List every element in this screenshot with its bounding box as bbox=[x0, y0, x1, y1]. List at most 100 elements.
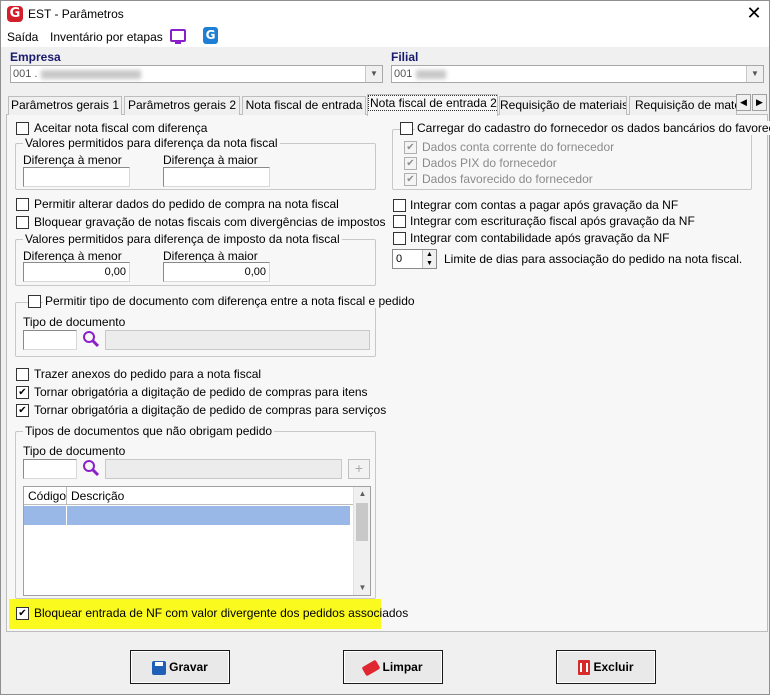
block-divergent-checkbox[interactable] bbox=[16, 607, 29, 620]
allow-change-order-label: Permitir alterar dados do pedido de comp… bbox=[34, 197, 339, 211]
days-limit-label: Limite de dias para associação do pedido… bbox=[444, 252, 743, 266]
redacted-text bbox=[416, 69, 447, 79]
require-services-checkbox[interactable] bbox=[16, 404, 29, 417]
no-order-doc-type-description bbox=[105, 459, 342, 479]
trash-icon bbox=[578, 660, 591, 676]
no-order-doc-type-label: Tipo de documento bbox=[23, 444, 126, 458]
save-button[interactable]: Gravar bbox=[130, 650, 230, 684]
menu-item-saida[interactable]: Saída bbox=[7, 30, 38, 44]
doc-type-diff-checkbox[interactable] bbox=[28, 295, 41, 308]
bank-data-checkbox[interactable] bbox=[400, 122, 413, 135]
close-icon[interactable]: ✕ bbox=[739, 2, 769, 26]
tab-scroll-right-icon[interactable]: ▶ bbox=[752, 94, 767, 111]
no-order-group-title: Tipos de documentos que não obrigam pedi… bbox=[23, 424, 275, 438]
bank-account-label: Dados conta corrente do fornecedor bbox=[422, 140, 615, 154]
bring-attachments-label: Trazer anexos do pedido para a nota fisc… bbox=[34, 367, 262, 381]
nf-lower-input[interactable] bbox=[23, 167, 130, 187]
tax-lower-input[interactable]: 0,00 bbox=[23, 262, 130, 282]
pix-checkbox[interactable] bbox=[404, 157, 417, 170]
grid-col-descricao: Descrição bbox=[71, 489, 125, 503]
table-row[interactable] bbox=[24, 506, 350, 525]
favored-label: Dados favorecido do fornecedor bbox=[422, 172, 593, 186]
accept-diff-checkbox[interactable] bbox=[16, 122, 29, 135]
scroll-up-icon[interactable]: ▲ bbox=[354, 487, 371, 501]
add-doc-type-button[interactable]: + bbox=[348, 459, 370, 479]
nf-higher-input[interactable] bbox=[163, 167, 270, 187]
scroll-thumb[interactable] bbox=[356, 503, 368, 541]
tab-nota-fiscal-entrada-2[interactable]: Nota fiscal de entrada 2 bbox=[367, 94, 498, 116]
redacted-text bbox=[41, 69, 142, 79]
branch-select[interactable]: 001 ▼ bbox=[391, 65, 764, 83]
eraser-icon bbox=[362, 659, 381, 677]
tab-strip: Parâmetros gerais 1 Parâmetros gerais 2 … bbox=[6, 94, 768, 116]
grid-col-codigo: Código bbox=[28, 489, 67, 503]
integrate-tax-label: Integrar com escrituração fiscal após gr… bbox=[410, 214, 695, 228]
menu-item-inventario[interactable]: Inventário por etapas bbox=[50, 30, 163, 44]
tab-requisicao-materi[interactable]: Requisição de materi bbox=[629, 96, 737, 115]
tax-higher-input[interactable]: 0,00 bbox=[163, 262, 270, 282]
branch-value: 001 bbox=[394, 68, 413, 80]
doc-type-input[interactable] bbox=[23, 330, 77, 350]
search-icon[interactable] bbox=[82, 459, 100, 477]
tax-higher-label: Diferença à maior bbox=[163, 249, 258, 263]
require-services-label: Tornar obrigatória a digitação de pedido… bbox=[34, 403, 387, 417]
doc-type-description bbox=[105, 330, 370, 350]
parameters-window: G EST - Parâmetros ✕ Saída Inventário po… bbox=[0, 0, 770, 695]
tab-parametros-gerais-1[interactable]: Parâmetros gerais 1 bbox=[8, 96, 122, 115]
accept-diff-label: Aceitar nota fiscal com diferença bbox=[34, 121, 208, 135]
integrate-accounting-checkbox[interactable] bbox=[393, 232, 406, 245]
grid-scrollbar[interactable]: ▲ ▼ bbox=[353, 487, 370, 595]
company-label: Empresa bbox=[10, 50, 61, 64]
bank-account-checkbox[interactable] bbox=[404, 141, 417, 154]
search-icon[interactable] bbox=[82, 330, 100, 348]
grid-col-divider bbox=[66, 487, 67, 505]
delete-button[interactable]: Excluir bbox=[556, 650, 656, 684]
tab-scroll-left-icon[interactable]: ◀ bbox=[736, 94, 751, 111]
block-tax-diff-label: Bloquear gravação de notas fiscais com d… bbox=[34, 215, 386, 229]
integrate-accounting-label: Integrar com contabilidade após gravação… bbox=[410, 231, 670, 245]
doc-type-label: Tipo de documento bbox=[23, 315, 126, 329]
tax-diff-group-title: Valores permitidos para diferença de imp… bbox=[23, 232, 342, 246]
tab-parametros-gerais-2[interactable]: Parâmetros gerais 2 bbox=[124, 96, 240, 115]
company-value: 001 . bbox=[13, 68, 38, 80]
stepper-arrows-icon[interactable]: ▲ ▼ bbox=[422, 250, 436, 268]
nf-diff-group-title: Valores permitidos para diferença da not… bbox=[23, 136, 280, 150]
grid-cell-divider bbox=[66, 506, 67, 525]
integrate-tax-checkbox[interactable] bbox=[393, 215, 406, 228]
days-limit-value: 0 bbox=[396, 253, 403, 265]
company-select[interactable]: 001 . ▼ bbox=[10, 65, 383, 83]
window-title: EST - Parâmetros bbox=[28, 7, 124, 21]
days-limit-stepper[interactable]: 0 ▲ ▼ bbox=[392, 249, 437, 269]
block-tax-diff-checkbox[interactable] bbox=[16, 216, 29, 229]
tab-nota-fiscal-entrada[interactable]: Nota fiscal de entrada bbox=[242, 96, 366, 115]
chevron-down-icon[interactable]: ▼ bbox=[365, 66, 382, 82]
doc-type-group-title: Permitir tipo de documento com diferença… bbox=[43, 294, 417, 308]
tax-lower-label: Diferença à menor bbox=[23, 249, 122, 263]
grid-header: Código Descrição bbox=[24, 487, 354, 505]
doc-type-grid[interactable]: Código Descrição ▲ ▼ bbox=[23, 486, 371, 596]
nf-lower-label: Diferença à menor bbox=[23, 153, 122, 167]
require-items-label: Tornar obrigatória a digitação de pedido… bbox=[34, 385, 368, 399]
require-items-checkbox[interactable] bbox=[16, 386, 29, 399]
bring-attachments-checkbox[interactable] bbox=[16, 368, 29, 381]
integrate-payables-checkbox[interactable] bbox=[393, 199, 406, 212]
integrate-payables-label: Integrar com contas a pagar após gravaçã… bbox=[410, 198, 679, 212]
save-icon bbox=[152, 660, 167, 675]
nf-higher-label: Diferença à maior bbox=[163, 153, 258, 167]
chevron-down-icon[interactable]: ▼ bbox=[746, 66, 763, 82]
tab-requisicao-materiais[interactable]: Requisição de materiais bbox=[499, 96, 627, 115]
scroll-down-icon[interactable]: ▼ bbox=[354, 581, 371, 595]
pix-label: Dados PIX do fornecedor bbox=[422, 156, 557, 170]
no-order-doc-type-input[interactable] bbox=[23, 459, 77, 479]
g-app-icon[interactable]: G bbox=[203, 27, 218, 44]
monitor-icon[interactable] bbox=[170, 29, 186, 44]
bank-data-group-title: Carregar do cadastro do fornecedor os da… bbox=[415, 121, 770, 135]
block-divergent-label: Bloquear entrada de NF com valor diverge… bbox=[34, 606, 409, 620]
menu-bar: Saída Inventário por etapas G bbox=[1, 27, 769, 47]
allow-change-order-checkbox[interactable] bbox=[16, 198, 29, 211]
app-logo-icon: G bbox=[7, 6, 23, 22]
favored-checkbox[interactable] bbox=[404, 173, 417, 186]
branch-label: Filial bbox=[391, 50, 419, 64]
title-bar: G EST - Parâmetros ✕ bbox=[1, 1, 769, 27]
clear-button[interactable]: Limpar bbox=[343, 650, 443, 684]
